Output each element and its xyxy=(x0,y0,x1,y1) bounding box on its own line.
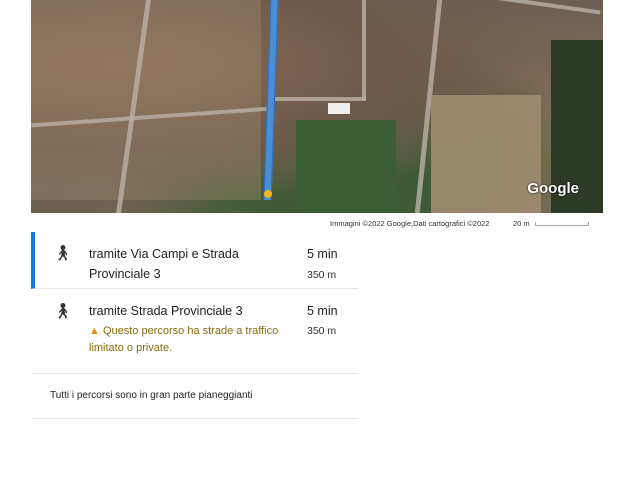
route-title: tramite Strada Provinciale 3 xyxy=(89,304,243,318)
walking-icon: 🚶︎ xyxy=(53,245,73,262)
route-time: 5 min xyxy=(307,304,338,318)
route-option-2[interactable]: 🚶︎ tramite Strada Provinciale 3 5 min ▲ … xyxy=(31,289,358,374)
destination-pin-icon xyxy=(264,190,272,198)
map-attribution[interactable]: Immagini ©2022 Google,Dati cartografici … xyxy=(330,219,489,228)
divider xyxy=(31,418,358,419)
route-option-1[interactable]: 🚶︎ tramite Via Campi e Strada Provincial… xyxy=(31,232,358,289)
route-title: tramite Via Campi e Strada Provinciale 3 xyxy=(89,247,239,281)
route-warning-text: Questo percorso ha strade a traffico lim… xyxy=(89,325,279,354)
warning-icon: ▲ xyxy=(89,325,100,337)
route-distance: 350 m xyxy=(307,269,337,281)
satellite-map[interactable]: Google xyxy=(31,0,603,213)
place-label xyxy=(328,103,350,114)
route-distance: 350 m xyxy=(307,325,337,337)
map-scale-bar xyxy=(535,222,589,226)
route-warning: ▲ Questo percorso ha strade a traffico l… xyxy=(89,323,289,357)
terrain-note: Tutti i percorsi sono in gran parte pian… xyxy=(50,390,253,401)
walking-icon: 🚶︎ xyxy=(53,303,73,320)
route-time: 5 min xyxy=(307,247,338,261)
google-logo: Google xyxy=(527,180,579,197)
map-scale-label[interactable]: 20 m xyxy=(513,219,530,228)
